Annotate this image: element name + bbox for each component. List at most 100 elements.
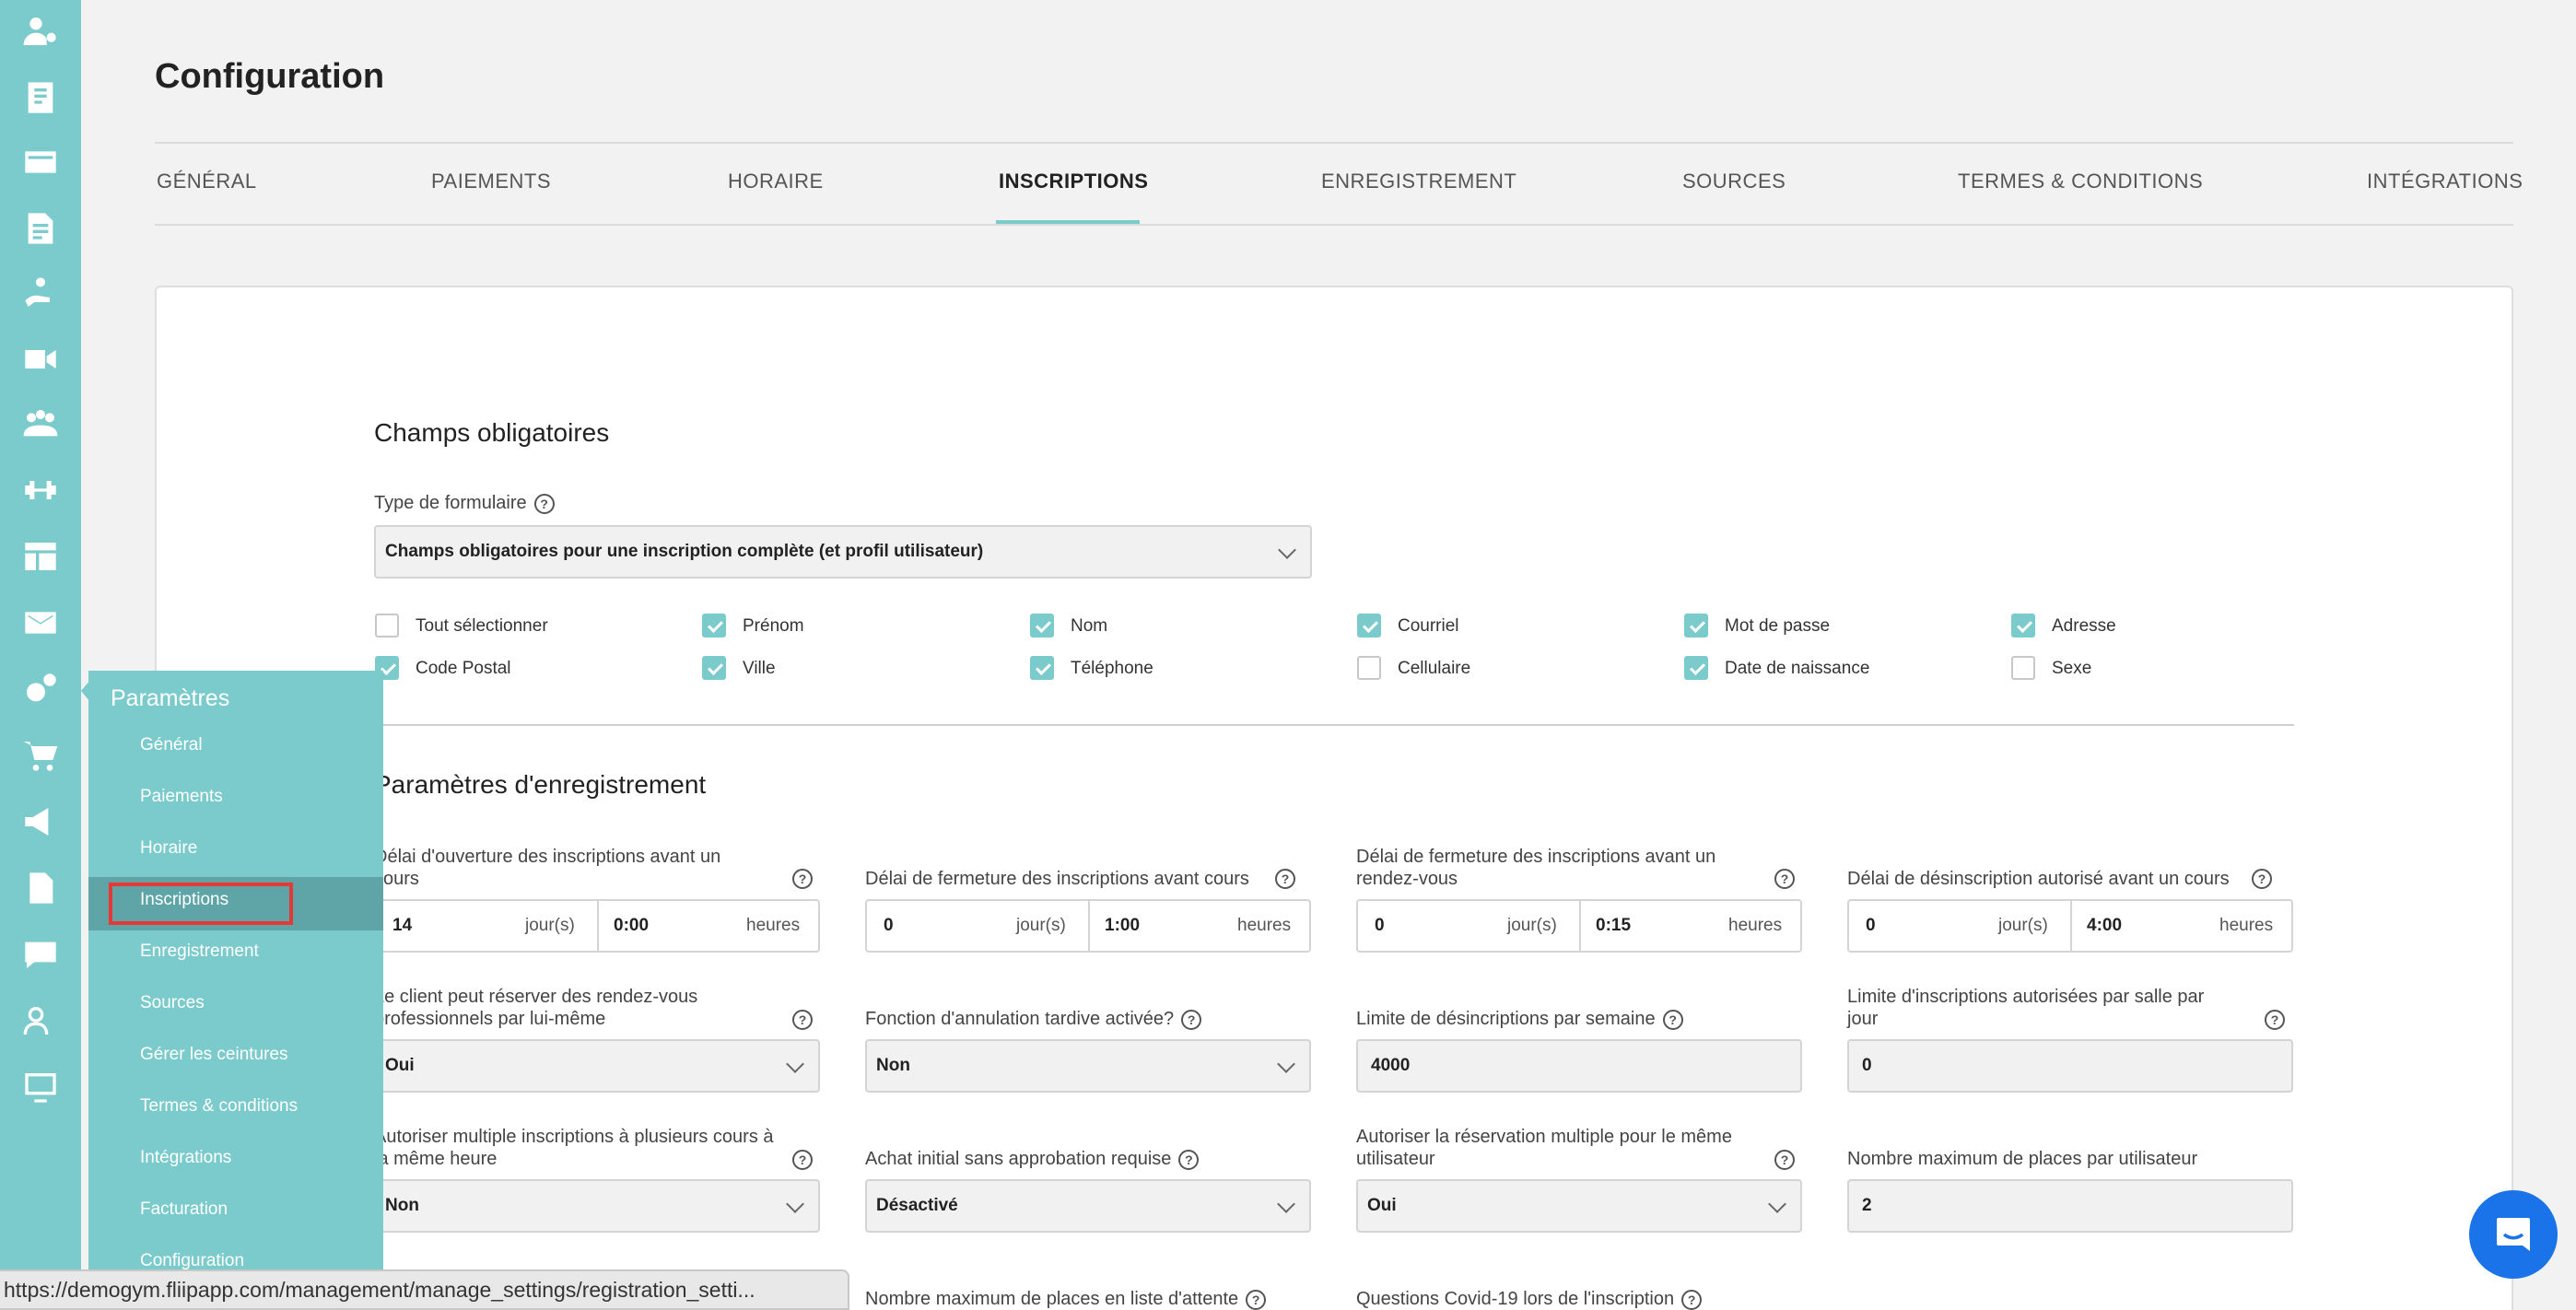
help-icon[interactable]: ? bbox=[2252, 869, 2272, 889]
video-icon[interactable] bbox=[17, 335, 64, 383]
help-icon[interactable]: ? bbox=[1662, 1009, 1683, 1030]
help-icon[interactable]: ? bbox=[533, 493, 555, 514]
checkbox-sexe[interactable] bbox=[2011, 656, 2035, 680]
help-icon[interactable]: ? bbox=[1178, 1149, 1200, 1170]
help-icon[interactable]: ? bbox=[1681, 1289, 1703, 1310]
tab-general[interactable]: GÉNÉRAL bbox=[157, 170, 257, 193]
checkbox-nom[interactable] bbox=[1030, 614, 1054, 637]
checkbox-ville[interactable] bbox=[702, 656, 726, 680]
closing-delay-course-input[interactable]: 0 jour(s) 1:00 heures bbox=[865, 899, 1311, 953]
help-icon[interactable]: ? bbox=[792, 1150, 813, 1170]
checkbox-prenom[interactable] bbox=[702, 614, 726, 637]
tab-integrations[interactable]: INTÉGRATIONS bbox=[2367, 170, 2523, 193]
submenu-item-horaire[interactable]: Horaire bbox=[140, 838, 197, 859]
help-icon[interactable]: ? bbox=[1246, 1289, 1267, 1310]
screen-icon[interactable] bbox=[17, 1063, 64, 1111]
form-type-select[interactable]: Champs obligatoires pour une inscription… bbox=[374, 525, 1312, 579]
help-icon[interactable]: ? bbox=[1275, 869, 1295, 889]
gears-icon[interactable] bbox=[17, 665, 64, 713]
late-cancel-select[interactable]: Non bbox=[865, 1039, 1311, 1093]
field-label: Limite de désincriptions par semaine? bbox=[1356, 1008, 1683, 1030]
submenu-item-configuration[interactable]: Configuration bbox=[140, 1251, 244, 1271]
settings-submenu: Paramètres Général Paiements Horaire Ins… bbox=[88, 671, 383, 1310]
submenu-item-termes[interactable]: Termes & conditions bbox=[140, 1096, 298, 1117]
checkbox-date-de-naissance[interactable] bbox=[1684, 656, 1708, 680]
megaphone-icon[interactable] bbox=[17, 798, 64, 846]
tab-horaire[interactable]: HORAIRE bbox=[728, 170, 824, 193]
registration-settings-title: Paramètres d'enregistrement bbox=[374, 770, 707, 799]
unsubscribe-delay-input[interactable]: 0 jour(s) 4:00 heures bbox=[1847, 899, 2293, 953]
hours-unit: heures bbox=[1728, 916, 1783, 935]
sidebar-rail bbox=[0, 0, 81, 1310]
tabs-divider-top bbox=[155, 142, 2513, 144]
user-gear-icon[interactable] bbox=[17, 7, 64, 55]
group-icon[interactable] bbox=[17, 400, 64, 448]
checkbox-label: Courriel bbox=[1398, 616, 1459, 636]
submenu-item-sources[interactable]: Sources bbox=[140, 993, 205, 1013]
checkbox-tout-selectionner[interactable] bbox=[375, 614, 399, 637]
checkbox-label: Téléphone bbox=[1071, 659, 1153, 678]
multiple-courses-select[interactable]: Non bbox=[374, 1179, 820, 1233]
chat-icon[interactable] bbox=[17, 930, 64, 978]
help-icon[interactable]: ? bbox=[2265, 1010, 2285, 1030]
self-booking-select[interactable]: Oui bbox=[374, 1039, 820, 1093]
submenu-item-ceintures[interactable]: Gérer les ceintures bbox=[140, 1045, 288, 1065]
field-label: Le client peut réserver des rendez-vous … bbox=[374, 987, 698, 1029]
checkbox-telephone[interactable] bbox=[1030, 656, 1054, 680]
edit-doc-icon[interactable] bbox=[17, 205, 64, 252]
checkbox-label: Mot de passe bbox=[1725, 616, 1831, 636]
card-icon[interactable] bbox=[17, 138, 64, 186]
weekly-unsubscribe-limit-input[interactable]: 4000 bbox=[1356, 1039, 1802, 1093]
submenu-item-enregistrement[interactable]: Enregistrement bbox=[140, 942, 259, 962]
field-label: Délai de fermeture des inscriptions avan… bbox=[1356, 847, 1716, 889]
checkbox-label: Code Postal bbox=[416, 659, 511, 678]
mail-icon[interactable] bbox=[17, 599, 64, 647]
daily-room-limit-input[interactable]: 0 bbox=[1847, 1039, 2293, 1093]
help-icon[interactable]: ? bbox=[792, 869, 813, 889]
chat-launcher-button[interactable] bbox=[2469, 1190, 2558, 1279]
highlight-box bbox=[109, 883, 293, 925]
checkbox-mot-de-passe[interactable] bbox=[1684, 614, 1708, 637]
closing-delay-appointment-input[interactable]: 0 jour(s) 0:15 heures bbox=[1356, 899, 1802, 953]
section-divider bbox=[374, 724, 2294, 726]
help-icon[interactable]: ? bbox=[1774, 1150, 1795, 1170]
checkbox-cellulaire[interactable] bbox=[1357, 656, 1381, 680]
days-value: 0 bbox=[1866, 916, 1876, 935]
days-unit: jour(s) bbox=[525, 916, 575, 935]
hours-value: 0:15 bbox=[1596, 916, 1632, 935]
days-unit: jour(s) bbox=[1998, 916, 2048, 935]
tab-termes-conditions[interactable]: TERMES & CONDITIONS bbox=[1958, 170, 2203, 193]
help-icon[interactable]: ? bbox=[1181, 1009, 1202, 1030]
checkbox-adresse[interactable] bbox=[2011, 614, 2035, 637]
max-places-input[interactable]: 2 bbox=[1847, 1179, 2293, 1233]
field-label: Limite d'inscriptions autorisées par sal… bbox=[1847, 987, 2205, 1029]
file-icon[interactable] bbox=[17, 864, 64, 912]
receipt-icon[interactable] bbox=[17, 74, 64, 122]
users-icon[interactable] bbox=[17, 997, 64, 1045]
tabs-divider-bottom bbox=[155, 224, 2513, 226]
layout-icon[interactable] bbox=[17, 532, 64, 580]
submenu-item-general[interactable]: Général bbox=[140, 735, 203, 755]
tab-inscriptions[interactable]: INSCRIPTIONS bbox=[999, 170, 1148, 193]
tab-enregistrement[interactable]: ENREGISTREMENT bbox=[1321, 170, 1516, 193]
help-icon[interactable]: ? bbox=[792, 1010, 813, 1030]
checkbox-label: Nom bbox=[1071, 616, 1108, 636]
submenu-item-paiements[interactable]: Paiements bbox=[140, 787, 223, 807]
checkbox-label: Tout sélectionner bbox=[416, 616, 548, 636]
submenu-item-facturation[interactable]: Facturation bbox=[140, 1199, 228, 1220]
help-icon[interactable]: ? bbox=[1774, 869, 1795, 889]
checkbox-label: Prénom bbox=[743, 616, 804, 636]
cart-icon[interactable] bbox=[17, 731, 64, 779]
hand-icon[interactable] bbox=[17, 269, 64, 317]
submenu-item-integrations[interactable]: Intégrations bbox=[140, 1148, 231, 1168]
tab-sources[interactable]: SOURCES bbox=[1682, 170, 1786, 193]
opening-delay-input[interactable]: 14 jour(s) 0:00 heures bbox=[374, 899, 820, 953]
dumbbell-icon[interactable] bbox=[17, 466, 64, 514]
initial-purchase-select[interactable]: Désactivé bbox=[865, 1179, 1311, 1233]
chevron-down-icon bbox=[1278, 541, 1296, 559]
days-unit: jour(s) bbox=[1016, 916, 1066, 935]
tab-paiements[interactable]: PAIEMENTS bbox=[431, 170, 551, 193]
multiple-booking-select[interactable]: Oui bbox=[1356, 1179, 1802, 1233]
field-label: Questions Covid-19 lors de l'inscription… bbox=[1356, 1288, 1703, 1310]
checkbox-courriel[interactable] bbox=[1357, 614, 1381, 637]
